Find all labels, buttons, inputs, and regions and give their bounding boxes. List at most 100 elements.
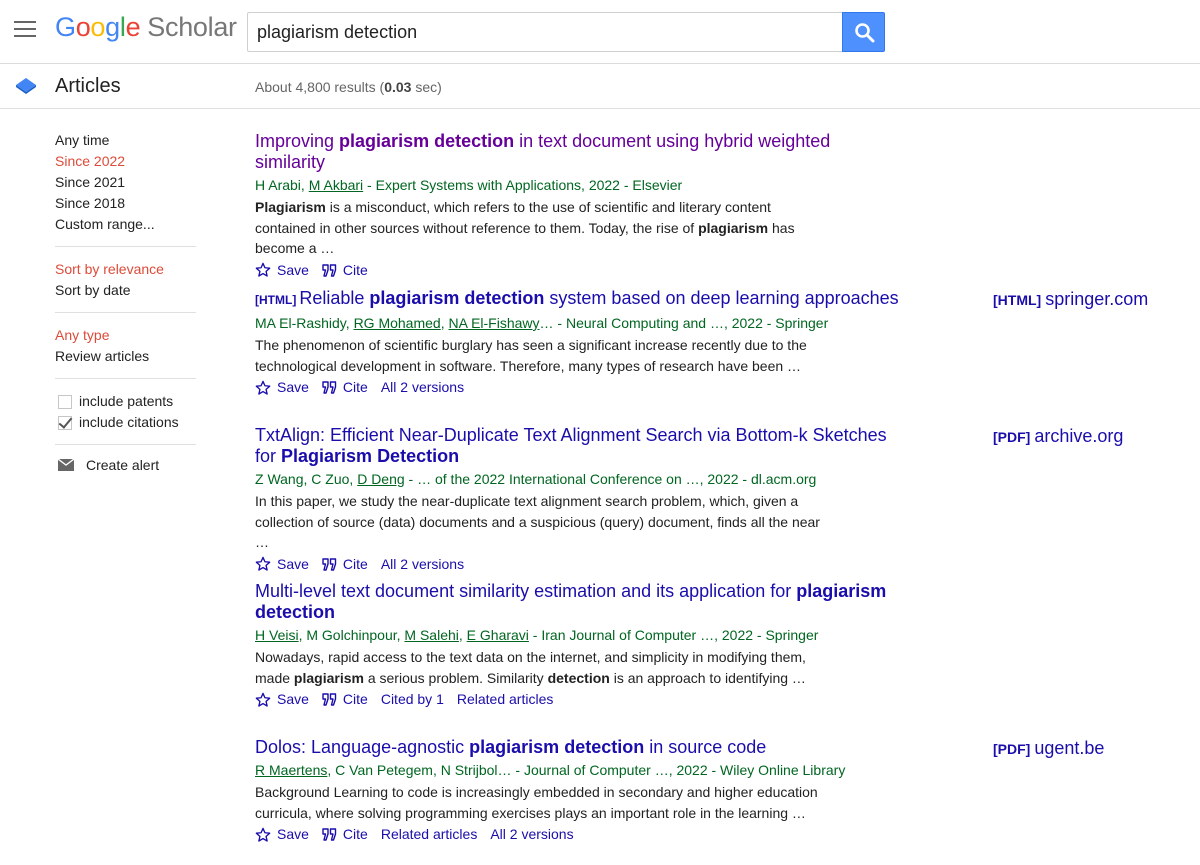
venue-text: - Iran Journal of Computer …, 2022 - Spr… xyxy=(528,627,819,643)
star-icon xyxy=(255,692,271,707)
star-icon xyxy=(255,380,271,395)
title-text: Improving xyxy=(255,131,340,151)
save-button[interactable]: Save xyxy=(255,689,309,710)
result-snippet: In this paper, we study the near-duplica… xyxy=(255,493,820,550)
related-articles-link[interactable]: Related articles xyxy=(457,689,554,710)
quote-icon xyxy=(322,381,337,394)
save-button[interactable]: Save xyxy=(255,554,309,575)
time-filter-1[interactable]: Since 2022 xyxy=(55,151,196,172)
quote-icon xyxy=(322,693,337,706)
quote-icon xyxy=(322,828,337,841)
save-button[interactable]: Save xyxy=(255,260,309,281)
author-name: N Strijbol xyxy=(440,762,498,778)
cite-button[interactable]: Cite xyxy=(322,377,368,398)
related-articles-link[interactable]: Related articles xyxy=(381,824,478,845)
venue-text: - Expert Systems with Applications, 2022… xyxy=(363,177,683,193)
all-2-versions-link[interactable]: All 2 versions xyxy=(381,377,464,398)
author-link[interactable]: D Deng xyxy=(357,471,404,487)
author-link[interactable]: R Maertens xyxy=(255,762,327,778)
author-link[interactable]: M Akbari xyxy=(309,177,363,193)
quote-icon xyxy=(322,263,337,277)
result-actions: Save Cite Cited by 1 Related articles xyxy=(255,689,905,710)
menu-icon[interactable] xyxy=(14,21,36,39)
result-title-link[interactable]: Multi-level text document similarity est… xyxy=(255,581,905,623)
divider xyxy=(55,246,196,247)
result-meta: H Arabi, M Akbari - Expert Systems with … xyxy=(255,177,683,193)
sort-option-1[interactable]: Sort by date xyxy=(55,280,196,301)
cite-button[interactable]: Cite xyxy=(322,824,368,845)
divider xyxy=(55,378,196,379)
all-2-versions-link[interactable]: All 2 versions xyxy=(381,554,464,575)
type-option-1[interactable]: Review articles xyxy=(55,346,196,367)
cited-by-1-link[interactable]: Cited by 1 xyxy=(381,689,444,710)
fulltext-domain: ugent.be xyxy=(1034,738,1105,758)
author-link[interactable]: RG Mohamed xyxy=(354,315,441,331)
fulltext-link[interactable]: [PDF] ugent.be xyxy=(993,738,1104,759)
all-2-versions-link[interactable]: All 2 versions xyxy=(490,824,573,845)
format-tag: [PDF] xyxy=(993,429,1031,445)
result-title-link[interactable]: Improving plagiarism detection in text d… xyxy=(255,131,905,173)
sort-option-0[interactable]: Sort by relevance xyxy=(55,259,196,280)
author-link[interactable]: NA El-Fishawy xyxy=(449,315,540,331)
results-count: About 4,800 results (0.03 sec) xyxy=(255,79,442,95)
time-filter-3[interactable]: Since 2018 xyxy=(55,193,196,214)
title-text: plagiarism detection xyxy=(369,288,545,308)
result-title-link[interactable]: Dolos: Language-agnostic plagiarism dete… xyxy=(255,737,905,758)
fulltext-link[interactable]: [PDF] archive.org xyxy=(993,426,1123,447)
include-patents-checkbox[interactable]: include patents xyxy=(55,391,196,412)
result-title-link[interactable]: [HTML] Reliable plagiarism detection syst… xyxy=(255,288,905,311)
result-snippet: Plagiarism is a misconduct, which refers… xyxy=(255,199,795,256)
result-title-link[interactable]: TxtAlign: Efficient Near-Duplicate Text … xyxy=(255,425,905,467)
author-link[interactable]: E Gharavi xyxy=(467,627,529,643)
title-text: Multi-level text document similarity est… xyxy=(255,581,797,601)
save-button[interactable]: Save xyxy=(255,824,309,845)
title-text: plagiarism detection xyxy=(469,737,645,757)
cite-button[interactable]: Cite xyxy=(322,689,368,710)
star-icon xyxy=(255,262,271,277)
result-actions: Save Cite Related articles All 2 versions xyxy=(255,824,905,845)
search-result: TxtAlign: Efficient Near-Duplicate Text … xyxy=(255,425,905,575)
search-input[interactable] xyxy=(247,12,843,52)
author-name: Z Wang xyxy=(255,471,304,487)
include-citations-checkbox[interactable]: include citations xyxy=(55,412,196,433)
fulltext-link[interactable]: [HTML] springer.com xyxy=(993,289,1148,310)
divider xyxy=(55,312,196,313)
title-text: system based on deep learning approaches xyxy=(544,288,899,308)
envelope-icon xyxy=(58,459,74,471)
checkbox-icon[interactable] xyxy=(58,394,72,409)
author-name: MA El-Rashidy xyxy=(255,315,346,331)
author-name: M Golchinpour xyxy=(306,627,397,643)
venue-text: … - Neural Computing and …, 2022 - Sprin… xyxy=(539,315,829,331)
result-snippet: Background Learning to code is increasin… xyxy=(255,784,818,821)
time-filter-4[interactable]: Custom range... xyxy=(55,214,196,235)
type-option-0[interactable]: Any type xyxy=(55,325,196,346)
title-text: plagiarism detection xyxy=(339,131,515,151)
checkbox-icon[interactable] xyxy=(58,415,72,430)
author-link[interactable]: H Veisi xyxy=(255,627,299,643)
divider xyxy=(55,444,196,445)
search-button[interactable] xyxy=(842,12,885,52)
cite-button[interactable]: Cite xyxy=(322,554,368,575)
author-name: C Van Petegem xyxy=(335,762,433,778)
quote-icon xyxy=(322,557,337,571)
result-meta: Z Wang, C Zuo, D Deng - … of the 2022 In… xyxy=(255,471,817,487)
save-button[interactable]: Save xyxy=(255,377,309,398)
create-alert-label: Create alert xyxy=(86,457,160,473)
result-meta: H Veisi, M Golchinpour, M Salehi, E Ghar… xyxy=(255,627,819,643)
time-filter-2[interactable]: Since 2021 xyxy=(55,172,196,193)
google-scholar-logo[interactable]: Google Scholar xyxy=(55,12,237,43)
format-tag: [HTML] xyxy=(255,293,297,307)
format-tag: [HTML] xyxy=(993,292,1042,308)
result-snippet: Nowadays, rapid access to the text data … xyxy=(255,649,806,686)
time-filter-0[interactable]: Any time xyxy=(55,130,196,151)
title-text: Dolos: Language-agnostic xyxy=(255,737,470,757)
create-alert-button[interactable]: Create alert xyxy=(55,457,196,473)
title-text: in source code xyxy=(644,737,767,757)
cite-button[interactable]: Cite xyxy=(322,260,368,281)
title-text: Plagiarism Detection xyxy=(281,446,460,466)
articles-icon[interactable] xyxy=(15,77,37,97)
star-icon xyxy=(255,556,271,571)
sub-bar: Articles About 4,800 results (0.03 sec) xyxy=(0,65,1200,109)
sidebar: Any time Since 2022 Since 2021 Since 2018 Cu… xyxy=(55,130,196,473)
author-link[interactable]: M Salehi xyxy=(404,627,458,643)
